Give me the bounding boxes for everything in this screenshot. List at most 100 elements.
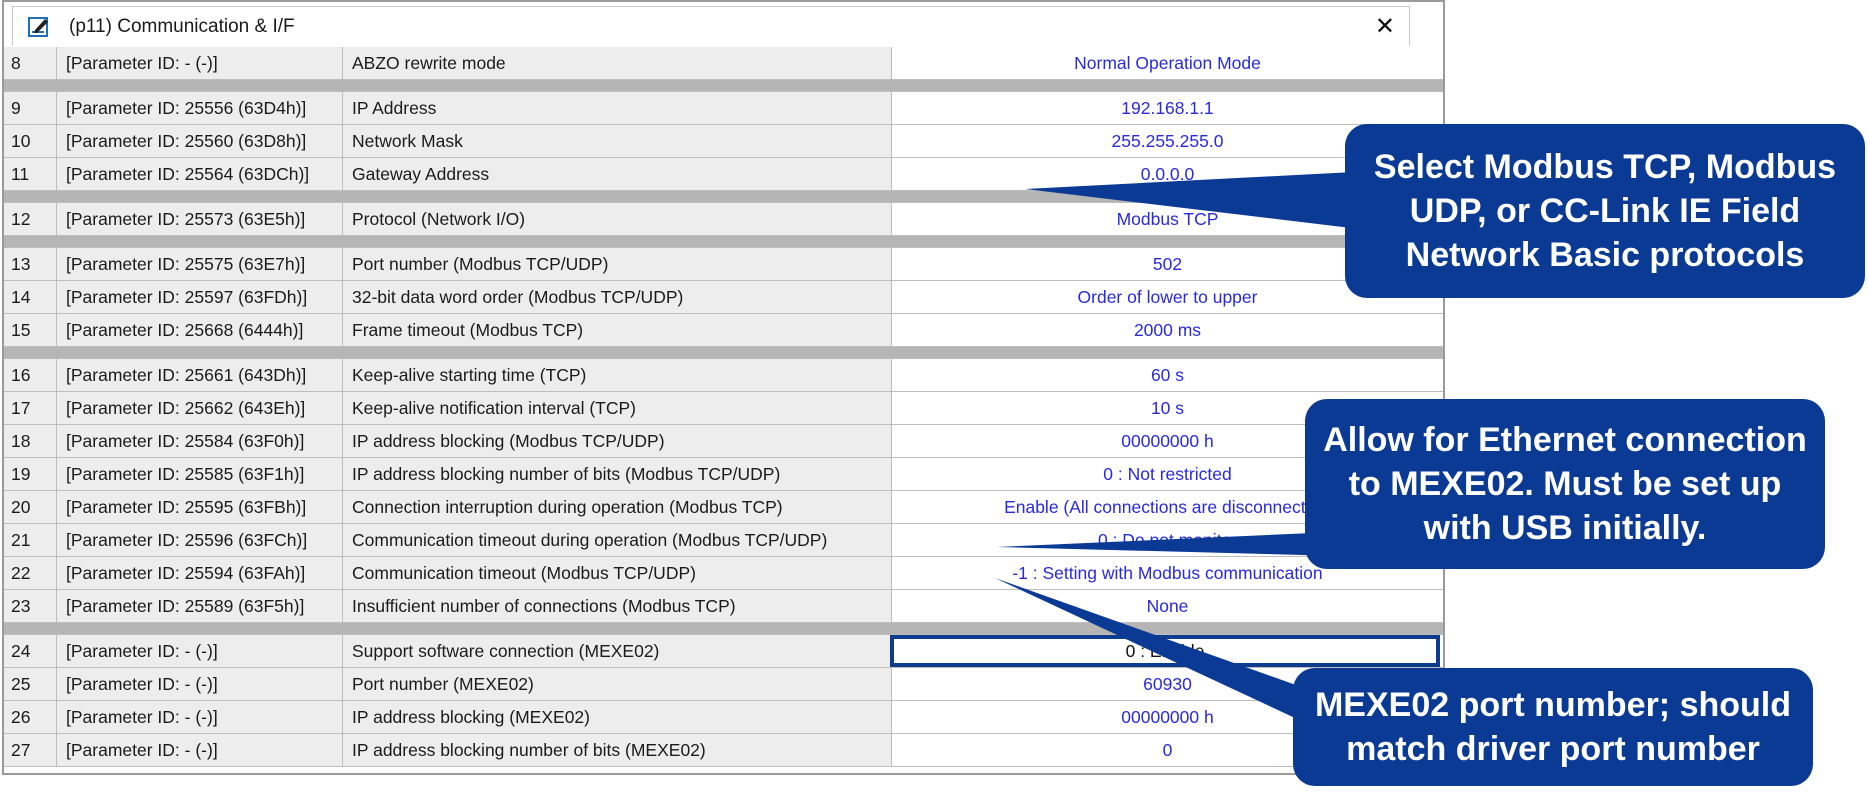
tab-title: (p11) Communication & I/F [69, 16, 295, 37]
parameter-name: Connection interruption during operation… [343, 491, 892, 523]
row-number: 18 [4, 425, 57, 457]
row-number: 14 [4, 281, 57, 313]
table-row[interactable]: 9 [Parameter ID: 25556 (63D4h)] IP Address… [4, 92, 1443, 125]
group-separator [4, 80, 1443, 92]
table-row[interactable]: 25 [Parameter ID: - (-)] Port number (MEXE… [4, 668, 1443, 701]
parameter-name: ABZO rewrite mode [343, 47, 892, 79]
parameter-name: Communication timeout (Modbus TCP/UDP) [343, 557, 892, 589]
table-row[interactable]: 13 [Parameter ID: 25575 (63E7h)] Port numb… [4, 248, 1443, 281]
row-number: 24 [4, 635, 57, 667]
close-icon[interactable]: ✕ [1375, 12, 1395, 40]
parameter-id: [Parameter ID: 25575 (63E7h)] [57, 248, 343, 280]
parameter-value[interactable]: None [892, 590, 1443, 622]
table-row[interactable]: 17 [Parameter ID: 25662 (643Eh)] Keep-aliv… [4, 392, 1443, 425]
group-separator [4, 191, 1443, 203]
table-row[interactable]: 15 [Parameter ID: 25668 (6444h)] Frame tim… [4, 314, 1443, 347]
parameter-value[interactable]: 60 s [892, 359, 1443, 391]
parameter-id: [Parameter ID: 25668 (6444h)] [57, 314, 343, 346]
parameter-id: [Parameter ID: 25589 (63F5h)] [57, 590, 343, 622]
parameter-name: IP address blocking number of bits (MEXE… [343, 734, 892, 766]
row-number: 19 [4, 458, 57, 490]
parameter-id: [Parameter ID: 25596 (63FCh)] [57, 524, 343, 556]
parameter-name: IP address blocking number of bits (Modb… [343, 458, 892, 490]
row-number: 21 [4, 524, 57, 556]
row-number: 16 [4, 359, 57, 391]
callout-protocol: Select Modbus TCP, Modbus UDP, or CC-Lin… [1345, 124, 1865, 298]
parameter-value[interactable]: 2000 ms [892, 314, 1443, 346]
row-number: 17 [4, 392, 57, 424]
row-number: 25 [4, 668, 57, 700]
row-number: 12 [4, 203, 57, 235]
row-number: 8 [4, 47, 57, 79]
table-row[interactable]: 24 [Parameter ID: - (-)] Support software … [4, 635, 1443, 668]
parameter-id: [Parameter ID: 25595 (63FBh)] [57, 491, 343, 523]
parameter-name: Port number (MEXE02) [343, 668, 892, 700]
parameter-id: [Parameter ID: - (-)] [57, 635, 343, 667]
row-number: 27 [4, 734, 57, 766]
table-row[interactable]: 22 [Parameter ID: 25594 (63FAh)] Communica… [4, 557, 1443, 590]
parameter-name: Insufficient number of connections (Modb… [343, 590, 892, 622]
parameter-name: 32-bit data word order (Modbus TCP/UDP) [343, 281, 892, 313]
table-row[interactable]: 11 [Parameter ID: 25564 (63DCh)] Gateway A… [4, 158, 1443, 191]
edit-parameters-icon [28, 17, 48, 37]
parameter-id: [Parameter ID: 25597 (63FDh)] [57, 281, 343, 313]
table-row[interactable]: 12 [Parameter ID: 25573 (63E5h)] Protocol … [4, 203, 1443, 236]
parameter-id: [Parameter ID: 25560 (63D8h)] [57, 125, 343, 157]
parameter-id: [Parameter ID: 25584 (63F0h)] [57, 425, 343, 457]
table-row[interactable]: 27 [Parameter ID: - (-)] IP address blocki… [4, 734, 1443, 767]
parameter-name: Keep-alive notification interval (TCP) [343, 392, 892, 424]
parameter-name: IP Address [343, 92, 892, 124]
table-row[interactable]: 20 [Parameter ID: 25595 (63FBh)] Connectio… [4, 491, 1443, 524]
group-separator [4, 236, 1443, 248]
parameter-id: [Parameter ID: 25556 (63D4h)] [57, 92, 343, 124]
callout-port: MEXE02 port number; should match driver … [1293, 668, 1813, 786]
parameter-id: [Parameter ID: - (-)] [57, 734, 343, 766]
parameter-id: [Parameter ID: 25662 (643Eh)] [57, 392, 343, 424]
tab-bar: (p11) Communication & I/F ✕ [4, 2, 1443, 48]
parameter-name: Support software connection (MEXE02) [343, 635, 892, 667]
table-row[interactable]: 19 [Parameter ID: 25585 (63F1h)] IP addres… [4, 458, 1443, 491]
parameter-id: [Parameter ID: 25585 (63F1h)] [57, 458, 343, 490]
callout-ethernet: Allow for Ethernet connection to MEXE02.… [1305, 399, 1825, 569]
parameter-id: [Parameter ID: - (-)] [57, 701, 343, 733]
table-row[interactable]: 18 [Parameter ID: 25584 (63F0h)] IP addres… [4, 425, 1443, 458]
parameter-name: Gateway Address [343, 158, 892, 190]
table-row[interactable]: 26 [Parameter ID: - (-)] IP address blocki… [4, 701, 1443, 734]
table-row[interactable]: 21 [Parameter ID: 25596 (63FCh)] Communica… [4, 524, 1443, 557]
row-number: 9 [4, 92, 57, 124]
row-number: 23 [4, 590, 57, 622]
tab-communication-if[interactable]: (p11) Communication & I/F ✕ [12, 6, 1410, 46]
parameter-name: Network Mask [343, 125, 892, 157]
row-number: 15 [4, 314, 57, 346]
parameter-name: Protocol (Network I/O) [343, 203, 892, 235]
parameter-name: Frame timeout (Modbus TCP) [343, 314, 892, 346]
parameter-id: [Parameter ID: - (-)] [57, 668, 343, 700]
parameter-value[interactable]: 192.168.1.1 [892, 92, 1443, 124]
row-number: 26 [4, 701, 57, 733]
row-number: 10 [4, 125, 57, 157]
parameter-id: [Parameter ID: 25573 (63E5h)] [57, 203, 343, 235]
row-number: 13 [4, 248, 57, 280]
parameter-name: Keep-alive starting time (TCP) [343, 359, 892, 391]
table-row[interactable]: 14 [Parameter ID: 25597 (63FDh)] 32-bit da… [4, 281, 1443, 314]
parameter-id: [Parameter ID: 25661 (643Dh)] [57, 359, 343, 391]
parameter-name: Communication timeout during operation (… [343, 524, 892, 556]
group-separator [4, 347, 1443, 359]
table-row[interactable]: 8 [Parameter ID: - (-)] ABZO rewrite mode N… [4, 47, 1443, 80]
parameter-name: Port number (Modbus TCP/UDP) [343, 248, 892, 280]
parameter-id: [Parameter ID: 25594 (63FAh)] [57, 557, 343, 589]
row-number: 20 [4, 491, 57, 523]
table-row[interactable]: 23 [Parameter ID: 25589 (63F5h)] Insuffici… [4, 590, 1443, 623]
parameter-id: [Parameter ID: - (-)] [57, 47, 343, 79]
group-separator [4, 623, 1443, 635]
table-row[interactable]: 16 [Parameter ID: 25661 (643Dh)] Keep-aliv… [4, 359, 1443, 392]
table-row[interactable]: 10 [Parameter ID: 25560 (63D8h)] Network M… [4, 125, 1443, 158]
parameter-grid: 8 [Parameter ID: - (-)] ABZO rewrite mode N… [4, 47, 1443, 767]
parameter-name: IP address blocking (Modbus TCP/UDP) [343, 425, 892, 457]
row-number: 22 [4, 557, 57, 589]
parameter-name: IP address blocking (MEXE02) [343, 701, 892, 733]
parameter-id: [Parameter ID: 25564 (63DCh)] [57, 158, 343, 190]
parameter-value[interactable]: Normal Operation Mode [892, 47, 1443, 79]
parameter-window: (p11) Communication & I/F ✕ 8 [Parameter … [2, 0, 1445, 775]
parameter-value[interactable]: 0 : Enable [890, 635, 1440, 667]
